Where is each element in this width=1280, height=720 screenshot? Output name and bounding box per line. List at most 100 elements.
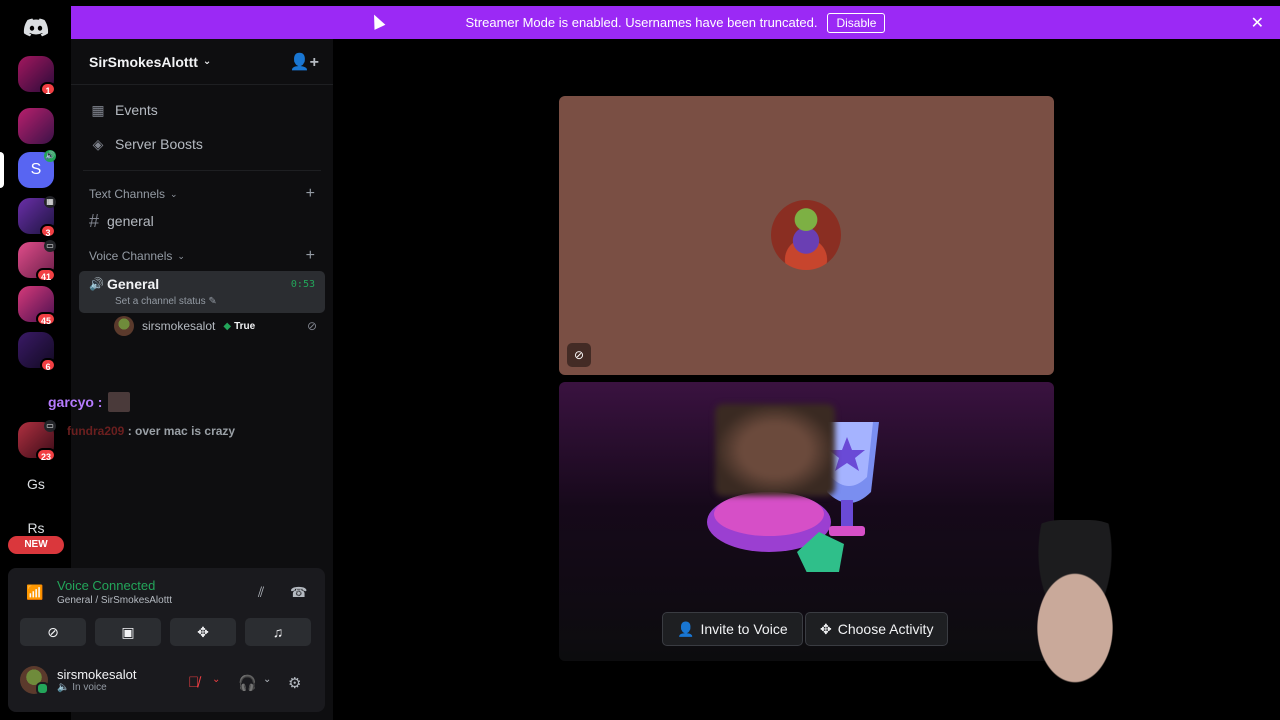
server-icon-6[interactable]: 45 (18, 286, 56, 326)
screen-share-button[interactable]: ▣ (95, 618, 161, 646)
screen-mini-icon: ▭ (44, 420, 56, 432)
sidebar-item-label: Server Boosts (115, 136, 203, 152)
screen-share-icon: ▣ (121, 624, 135, 640)
signal-icon[interactable]: 📶 (26, 584, 43, 601)
button-label: Invite to Voice (700, 621, 788, 637)
chevron-down-icon: ⌄ (170, 188, 178, 199)
sidebar-item-label: Events (115, 102, 158, 118)
user-area[interactable]: sirsmokesalot 🔈 In voice (20, 666, 137, 695)
server-initial: S (30, 161, 42, 178)
chat-overlay-line-2: fundra209 : over mac is crazy (67, 424, 235, 438)
voice-timer: 0:53 (290, 279, 315, 290)
gem-icon: ◆ (223, 320, 232, 332)
member-name: sirsmokesalot (142, 319, 216, 333)
chat-username: garcyo : (48, 394, 103, 410)
voice-channels-category[interactable]: Voice Channels ⌄ + (71, 245, 333, 267)
activities-icon: ✥ (197, 624, 209, 640)
noise-suppression-icon[interactable]: ⫽ (258, 584, 264, 601)
banner-message: Streamer Mode is enabled. Usernames have… (465, 15, 818, 30)
soundboard-button[interactable]: ♫ (245, 618, 311, 646)
text-channels-category[interactable]: Text Channels ⌄ + (71, 183, 333, 205)
server-initial: Gs (27, 476, 45, 492)
sidebar-item-server-boosts[interactable]: ◈ Server Boosts (71, 127, 333, 161)
calendar-mini-icon: ▦ (44, 196, 56, 208)
sidebar-item-events[interactable]: ▦ Events (71, 93, 333, 127)
screen-mini-icon: ▭ (44, 240, 56, 252)
member-tag: True (234, 320, 256, 332)
server-icon-1[interactable]: 1 (18, 56, 56, 96)
add-channel-icon[interactable]: + (306, 247, 315, 265)
muted-mic-icon: ⊘ (567, 343, 591, 367)
channel-general[interactable]: # general (71, 205, 333, 237)
speaker-icon: 🔊 (89, 277, 104, 291)
participant-tile[interactable]: ⊘ (559, 96, 1054, 375)
activities-icon: ✥ (820, 620, 832, 637)
voice-connected-panel: 📶 Voice Connected General / SirSmokesAlo… (8, 568, 325, 712)
discord-home-icon[interactable] (18, 10, 54, 46)
soundboard-icon: ♫ (272, 624, 284, 640)
server-initial: Rs (27, 520, 45, 536)
add-channel-icon[interactable]: + (306, 185, 315, 203)
mention-badge: 6 (40, 358, 56, 372)
chat-message: : over mac is crazy (127, 424, 236, 438)
channel-name: general (107, 213, 154, 229)
server-name: SirSmokesAlottt (89, 53, 198, 70)
category-label: Text Channels (89, 187, 166, 201)
mention-badge: 45 (35, 312, 56, 326)
choose-activity-button[interactable]: ✥ Choose Activity (805, 612, 949, 646)
avatar (20, 666, 49, 695)
streamer-webcam-overlay (1000, 520, 1150, 700)
camera-button[interactable]: ⊘ (20, 618, 86, 646)
chat-overlay-line-1: garcyo : (4, 392, 131, 412)
active-server-pill (0, 152, 4, 188)
mention-badge: 23 (35, 448, 56, 462)
calendar-icon: ▦ (91, 101, 105, 118)
camera-off-icon: ⊘ (47, 624, 59, 640)
server-icon-2[interactable] (18, 108, 54, 144)
chevron-down-icon[interactable]: ⌄ (263, 674, 271, 685)
server-icon-active[interactable]: S 🔊 (18, 150, 56, 188)
category-label: Voice Channels (89, 249, 173, 263)
voice-member[interactable]: sirsmokesalot ◆ True ⊘ (71, 313, 333, 339)
channel-status[interactable]: Set a channel status ✎ (115, 296, 315, 307)
voice-channel-general[interactable]: 🔊 General 0:53 Set a channel status ✎ (79, 271, 325, 313)
chat-username: fundra209 (67, 424, 125, 438)
pencil-icon: ✎ (208, 296, 217, 307)
server-header[interactable]: SirSmokesAlottt ⌄ 👤+ (71, 39, 333, 85)
current-username: sirsmokesalot (57, 667, 137, 682)
server-icon-gs[interactable]: Gs (18, 466, 54, 502)
voice-connected-title[interactable]: Voice Connected (57, 578, 155, 593)
add-user-icon: 👤 (677, 620, 695, 637)
disconnect-icon[interactable]: ☎ (290, 584, 307, 601)
avatar (114, 316, 134, 336)
emote-image (108, 392, 131, 412)
server-icon-4[interactable]: ▦ 3 (18, 196, 56, 238)
mic-muted-icon[interactable]: 🎙̸ (188, 674, 199, 691)
new-badge: NEW (8, 536, 64, 554)
voice-channel-name: General (107, 276, 160, 292)
server-icon-7[interactable]: 6 (18, 332, 56, 372)
close-icon[interactable]: ✕ (1251, 13, 1264, 33)
invite-to-voice-button[interactable]: 👤 Invite to Voice (662, 612, 803, 646)
headphones-icon[interactable]: 🎧 (238, 674, 257, 692)
invite-people-icon[interactable]: 👤+ (290, 52, 319, 72)
chevron-down-icon: ⌄ (177, 250, 185, 261)
chevron-down-icon: ⌄ (202, 56, 212, 67)
server-icon-8[interactable]: ▭ 23 (18, 420, 56, 462)
button-label: Choose Activity (837, 621, 934, 637)
chevron-down-icon[interactable]: ⌄ (212, 674, 220, 685)
muted-mic-icon: ⊘ (306, 319, 317, 333)
disable-streamer-mode-button[interactable]: Disable (827, 12, 886, 33)
hash-icon: # (89, 210, 100, 231)
gear-icon[interactable]: ⚙ (288, 674, 301, 692)
voice-connected-subtitle[interactable]: General / SirSmokesAlottt (57, 595, 172, 606)
mention-badge: 41 (35, 268, 56, 282)
server-icon-5[interactable]: ▭ 41 (18, 240, 56, 282)
streamer-emote-image (715, 404, 835, 496)
participant-avatar (771, 200, 841, 270)
mention-badge: 1 (40, 82, 56, 96)
streamer-mode-banner: Streamer Mode is enabled. Usernames have… (71, 6, 1280, 39)
activities-button[interactable]: ✥ (170, 618, 236, 646)
user-status: 🔈 In voice (57, 682, 107, 693)
mention-badge: 3 (40, 224, 56, 238)
